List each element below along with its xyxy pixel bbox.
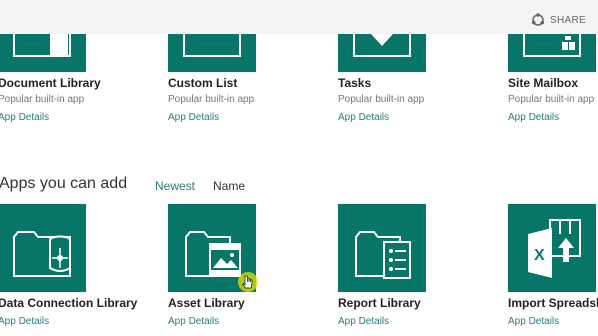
app-details-link[interactable]: App Details — [168, 112, 219, 123]
site-mailbox-tile[interactable] — [508, 34, 596, 72]
app-title-tasks[interactable]: Tasks — [338, 76, 371, 90]
document-library-tile[interactable] — [0, 34, 86, 72]
sort-newest-link[interactable]: Newest — [155, 179, 195, 193]
app-title-report-library[interactable]: Report Library — [338, 296, 421, 310]
import-spreadsheet-icon: X — [528, 219, 581, 278]
sort-name-link[interactable]: Name — [213, 179, 245, 193]
app-title-data-connection-library[interactable]: Data Connection Library — [0, 296, 137, 310]
share-icon — [531, 13, 545, 26]
app-subtitle: Popular built-in app — [508, 94, 595, 105]
share-button[interactable]: SHARE — [531, 12, 586, 28]
custom-list-icon — [183, 34, 241, 57]
section-title: Apps you can add — [0, 175, 128, 192]
app-subtitle: Popular built-in app — [168, 94, 255, 105]
app-details-link[interactable]: App Details — [0, 112, 49, 123]
share-label: SHARE — [550, 14, 586, 26]
site-mailbox-icon — [523, 34, 581, 57]
app-details-link[interactable]: App Details — [508, 316, 559, 327]
data-connection-library-tile[interactable] — [0, 204, 86, 292]
app-title-custom-list[interactable]: Custom List — [168, 76, 237, 90]
app-details-link[interactable]: App Details — [508, 112, 559, 123]
app-details-link[interactable]: App Details — [338, 112, 389, 123]
custom-list-tile[interactable] — [168, 34, 256, 72]
tasks-tile[interactable] — [338, 34, 426, 72]
data-connection-library-icon — [13, 231, 71, 277]
app-subtitle: Popular built-in app — [338, 94, 425, 105]
app-subtitle: Popular built-in app — [0, 94, 85, 105]
app-details-link[interactable]: App Details — [0, 316, 49, 327]
app-title-site-mailbox[interactable]: Site Mailbox — [508, 76, 578, 90]
svg-text:X: X — [534, 247, 545, 264]
app-title-document-library[interactable]: Document Library — [0, 76, 101, 90]
import-spreadsheet-tile[interactable]: X — [508, 204, 596, 292]
tasks-icon — [353, 34, 411, 57]
app-details-link[interactable]: App Details — [338, 316, 389, 327]
report-library-tile[interactable] — [338, 204, 426, 292]
top-bar: SHARE — [0, 0, 598, 34]
report-library-icon — [355, 231, 411, 279]
document-library-icon — [13, 34, 71, 57]
app-details-link[interactable]: App Details — [168, 316, 219, 327]
app-title-asset-library[interactable]: Asset Library — [168, 296, 245, 310]
app-title-import-spreadsheet[interactable]: Import Spreadsh — [508, 296, 598, 310]
mouse-cursor-icon — [238, 272, 258, 292]
